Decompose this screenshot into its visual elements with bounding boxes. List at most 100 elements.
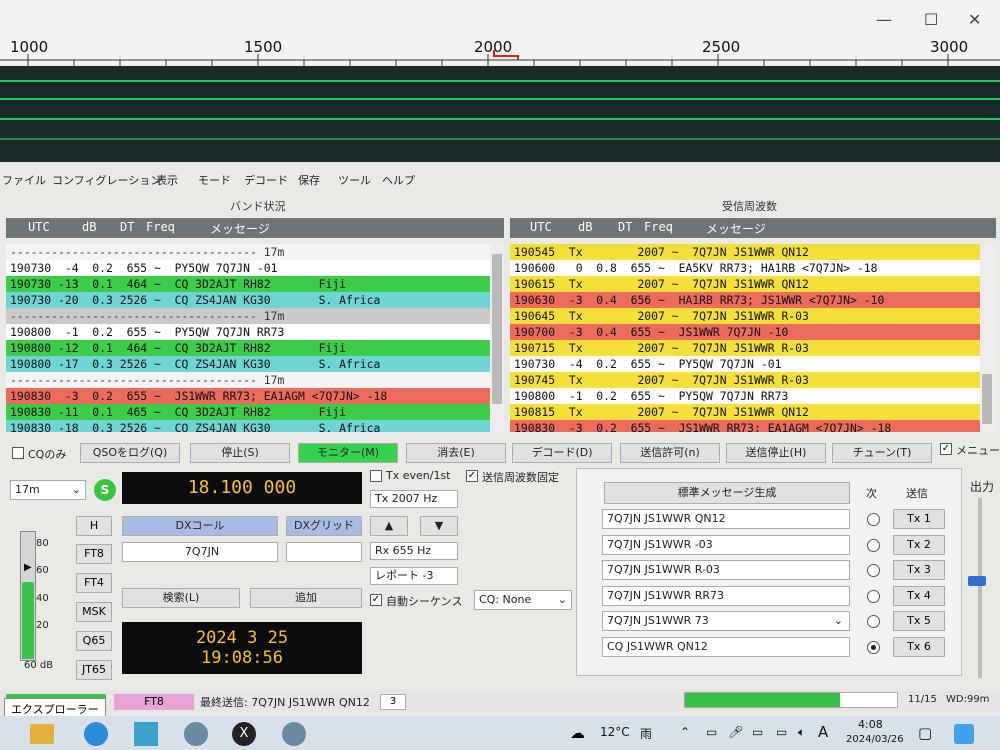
ime-mode[interactable]: A xyxy=(818,723,828,741)
mode-ft8-button[interactable]: FT8 xyxy=(76,544,112,564)
decode-button[interactable]: デコード(D) xyxy=(512,443,612,463)
network-icon[interactable]: ▭ xyxy=(706,725,717,739)
tx6-radio[interactable] xyxy=(867,641,880,654)
maximize-button[interactable]: ☐ xyxy=(924,10,938,29)
tx5-message[interactable]: 7Q7JN JS1WWR 73 ⌄ xyxy=(602,611,850,631)
list-item[interactable]: 190800 -12 0.1 464 ~ CQ 3D2AJT RH82 Fiji xyxy=(6,340,490,356)
tx6-button[interactable]: Tx 6 xyxy=(893,637,945,657)
report-spin[interactable]: レポート -3 xyxy=(370,567,458,585)
output-slider-handle[interactable] xyxy=(968,576,986,586)
ime-icon[interactable]: ▭ xyxy=(752,725,763,739)
output-slider-track[interactable] xyxy=(978,498,982,678)
volume-icon[interactable]: 🔈︎ xyxy=(798,725,805,740)
weather-text[interactable]: 雨 xyxy=(640,725,652,742)
tx3-button[interactable]: Tx 3 xyxy=(893,560,945,580)
clock-date-taskbar[interactable]: 2024/03/26 xyxy=(846,734,904,745)
app-icon[interactable] xyxy=(184,722,208,746)
stop-button[interactable]: 停止(S) xyxy=(190,443,290,463)
add-button[interactable]: 追加 xyxy=(250,588,362,608)
list-item[interactable]: 190645 Tx 2007 ~ 7Q7JN JS1WWR R-03 xyxy=(510,308,980,324)
chevron-up-icon[interactable]: ⌃ xyxy=(680,725,690,739)
list-item[interactable]: 190745 Tx 2007 ~ 7Q7JN JS1WWR R-03 xyxy=(510,372,980,388)
menu-checkbox[interactable]: ✓ xyxy=(940,443,952,455)
cq-select[interactable]: CQ: None ⌄ xyxy=(474,590,572,610)
down-arrow-button[interactable]: ▼ xyxy=(420,516,458,536)
mode-q65-button[interactable]: Q65 xyxy=(76,631,112,651)
minimize-button[interactable]: — xyxy=(876,10,892,29)
mode-jt65-button[interactable]: JT65 xyxy=(76,660,112,680)
list-item[interactable]: 190830 -3 0.2 655 ~ JS1WWR RR73; EA1AGM … xyxy=(510,420,980,432)
tx-freq-spin[interactable]: Tx 2007 Hz xyxy=(370,490,458,508)
lookup-button[interactable]: 検索(L) xyxy=(122,588,240,608)
generate-messages-button[interactable]: 標準メッセージ生成 xyxy=(604,482,850,504)
close-button[interactable]: ✕ xyxy=(968,10,981,29)
list-item[interactable]: 190800 -1 0.2 655 ~ PY5QW 7Q7JN RR73 xyxy=(510,388,980,404)
list-item[interactable]: 190600 0 0.8 655 ~ EA5KV RR73; HA1RB <7Q… xyxy=(510,260,980,276)
list-item[interactable]: 190830 -11 0.1 465 ~ CQ 3D2AJT RH82 Fiji xyxy=(6,404,490,420)
list-item[interactable]: 190700 -3 0.4 655 ~ JS1WWR 7Q7JN -10 xyxy=(510,324,980,340)
tx3-message[interactable]: 7Q7JN JS1WWR R-03 xyxy=(602,560,850,580)
mode-h-button[interactable]: H xyxy=(76,516,112,536)
list-item[interactable]: 190630 -3 0.4 656 ~ HA1RB RR73; JS1WWR <… xyxy=(510,292,980,308)
rx-frequency-list[interactable]: 190545 Tx 2007 ~ 7Q7JN JS1WWR QN12 190600… xyxy=(510,244,980,432)
menu-save[interactable]: 保存 xyxy=(298,172,320,188)
tx3-radio[interactable] xyxy=(867,564,880,577)
menu-mode[interactable]: モード xyxy=(198,172,231,188)
weather-temp[interactable]: 12°C xyxy=(600,725,630,739)
network-icon[interactable]: ▭ xyxy=(776,725,787,739)
hold-tx-checkbox[interactable]: ✓ xyxy=(466,470,478,482)
list-item[interactable]: 190730 -13 0.1 464 ~ CQ 3D2AJT RH82 Fiji xyxy=(6,276,490,292)
dx-call-input[interactable]: 7Q7JN xyxy=(122,542,278,562)
s-button[interactable]: S xyxy=(94,479,116,501)
auto-seq-checkbox[interactable]: ✓ xyxy=(370,594,382,606)
list-item[interactable]: 190730 -4 0.2 655 ~ PY5QW 7Q7JN -01 xyxy=(510,356,980,372)
app-icon[interactable] xyxy=(282,722,306,746)
erase-button[interactable]: 消去(E) xyxy=(406,443,506,463)
tx2-message[interactable]: 7Q7JN JS1WWR -03 xyxy=(602,535,850,555)
notification-icon[interactable]: ▢ xyxy=(918,724,932,742)
frequency-ruler[interactable]: 1000 1500 2000 2500 3000 xyxy=(0,36,1000,66)
x-icon[interactable]: X xyxy=(232,722,256,746)
rx-freq-spin[interactable]: Rx 655 Hz xyxy=(370,542,458,560)
menu-help[interactable]: ヘルプ xyxy=(382,172,415,188)
enable-tx-button[interactable]: 送信許可(n) xyxy=(620,443,720,463)
band-activity-list[interactable]: ------------------------------------ 17m… xyxy=(6,244,490,432)
tx1-button[interactable]: Tx 1 xyxy=(893,509,945,529)
monitor-button[interactable]: モニター(M) xyxy=(298,443,398,463)
menu-file[interactable]: ファイル xyxy=(2,172,46,188)
band-select[interactable]: 17m ⌄ xyxy=(10,480,86,500)
list-item[interactable]: 190830 -18 0.3 2526 ~ CQ ZS4JAN KG30 S. … xyxy=(6,420,490,432)
avatar-icon[interactable] xyxy=(954,724,974,744)
tx4-button[interactable]: Tx 4 xyxy=(893,586,945,606)
dial-frequency[interactable]: 18.100 000 xyxy=(122,472,362,504)
list-item[interactable]: 190830 -3 0.2 655 ~ JS1WWR RR73; EA1AGM … xyxy=(6,388,490,404)
menu-config[interactable]: コンフィグレーション xyxy=(52,172,161,188)
menu-decode[interactable]: デコード xyxy=(244,172,288,188)
mode-msk-button[interactable]: MSK xyxy=(76,602,112,622)
mic-icon[interactable]: 🎤︎ xyxy=(728,725,743,739)
tune-button[interactable]: チューン(T) xyxy=(832,443,932,463)
list-item[interactable]: 190800 -1 0.2 655 ~ PY5QW 7Q7JN RR73 xyxy=(6,324,490,340)
list-item[interactable]: 190800 -17 0.3 2526 ~ CQ ZS4JAN KG30 S. … xyxy=(6,356,490,372)
tx5-button[interactable]: Tx 5 xyxy=(893,611,945,631)
list-item[interactable]: 190545 Tx 2007 ~ 7Q7JN JS1WWR QN12 xyxy=(510,244,980,260)
list-item[interactable]: 190715 Tx 2007 ~ 7Q7JN JS1WWR R-03 xyxy=(510,340,980,356)
tx4-radio[interactable] xyxy=(867,590,880,603)
wsjt-icon[interactable] xyxy=(134,722,158,746)
list-item[interactable]: ------------------------------------ 17m xyxy=(6,308,490,324)
tx2-radio[interactable] xyxy=(867,539,880,552)
tx-even-checkbox[interactable] xyxy=(370,470,382,482)
tx4-message[interactable]: 7Q7JN JS1WWR RR73 xyxy=(602,586,850,606)
list-item[interactable]: 190730 -20 0.3 2526 ~ CQ ZS4JAN KG30 S. … xyxy=(6,292,490,308)
halt-tx-button[interactable]: 送信停止(H) xyxy=(726,443,826,463)
list-item[interactable]: 190615 Tx 2007 ~ 7Q7JN JS1WWR QN12 xyxy=(510,276,980,292)
dx-grid-input[interactable] xyxy=(286,542,362,562)
tx1-message[interactable]: 7Q7JN JS1WWR QN12 xyxy=(602,509,850,529)
list-item[interactable]: 190730 -4 0.2 655 ~ PY5QW 7Q7JN -01 xyxy=(6,260,490,276)
tx1-radio[interactable] xyxy=(867,513,880,526)
menu-view[interactable]: 表示 xyxy=(156,172,178,188)
clock-time-taskbar[interactable]: 4:08 xyxy=(858,718,883,731)
mode-ft4-button[interactable]: FT4 xyxy=(76,573,112,593)
file-explorer-icon[interactable] xyxy=(30,724,54,744)
tx2-button[interactable]: Tx 2 xyxy=(893,535,945,555)
